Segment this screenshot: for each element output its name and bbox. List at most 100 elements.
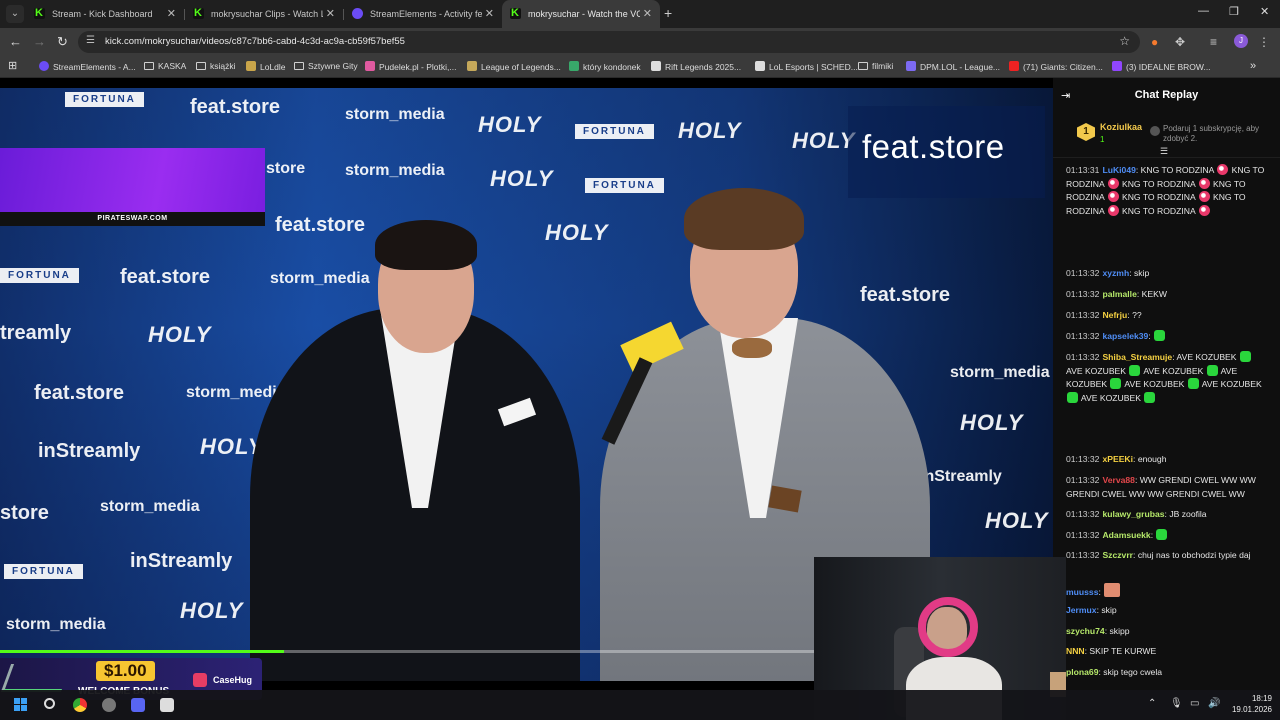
message-username[interactable]: szychu74 bbox=[1066, 626, 1105, 636]
message-username[interactable]: Nefrju bbox=[1102, 310, 1127, 320]
volume-icon[interactable]: 🔊 bbox=[1208, 698, 1220, 709]
wall-logo: HOLY bbox=[985, 508, 1049, 533]
network-icon[interactable]: ▭ bbox=[1190, 698, 1199, 709]
close-icon[interactable]: ✕ bbox=[485, 7, 494, 20]
dpm-icon bbox=[906, 61, 916, 71]
bookmark-folder[interactable]: KASKA bbox=[144, 61, 186, 74]
close-icon[interactable]: ✕ bbox=[326, 7, 335, 20]
file-icon[interactable] bbox=[160, 698, 174, 712]
sort-icon[interactable]: ☰ bbox=[1160, 146, 1168, 157]
chrome-icon[interactable] bbox=[73, 698, 87, 712]
bookmark-folder[interactable]: Sztywne Gity bbox=[294, 61, 358, 74]
bookmark-item[interactable]: (71) Giants: Citizen... bbox=[1009, 61, 1103, 74]
bookmark-item[interactable]: LoLdle bbox=[246, 61, 286, 74]
message-username[interactable]: plona69 bbox=[1066, 667, 1098, 677]
message-username[interactable]: Adamsuekk bbox=[1102, 530, 1150, 540]
minimize-icon[interactable]: — bbox=[1198, 5, 1209, 17]
bookmark-item[interactable]: League of Legends... bbox=[467, 61, 561, 74]
message-username[interactable]: palmalle bbox=[1102, 289, 1136, 299]
forward-icon[interactable]: → bbox=[33, 34, 46, 49]
message-text: JB zoofila bbox=[1169, 509, 1207, 519]
casehug-icon bbox=[193, 673, 207, 687]
tab-search-icon[interactable]: ⌄ bbox=[6, 5, 24, 23]
message-username[interactable]: kulawy_grubas bbox=[1102, 509, 1164, 519]
tray-chevron-icon[interactable]: ⌃ bbox=[1148, 698, 1156, 709]
chat-message: 01:13:32 palmalle: KEKW bbox=[1066, 289, 1167, 299]
chat-title: Chat Replay bbox=[1134, 89, 1199, 101]
message-username[interactable]: muusss bbox=[1066, 587, 1098, 597]
discord-icon[interactable] bbox=[131, 698, 145, 712]
streamelements-icon bbox=[352, 8, 363, 19]
message-username[interactable]: NNN bbox=[1066, 646, 1085, 656]
tab-streamelements[interactable]: StreamElements - Activity feed ✕ bbox=[344, 0, 502, 28]
message-username[interactable]: xPEEKi bbox=[1102, 454, 1133, 464]
bookmark-item[interactable]: LoL Esports | SCHED... bbox=[755, 61, 858, 74]
extensions-puzzle-icon[interactable]: ✥ bbox=[1175, 35, 1185, 49]
gift-icon bbox=[1150, 126, 1160, 136]
browser-menu-icon[interactable]: ⋮ bbox=[1258, 35, 1270, 49]
progress-fill bbox=[0, 650, 285, 653]
bookmark-item[interactable]: DPM.LOL - League... bbox=[906, 61, 1000, 74]
wall-logo: feat.store bbox=[34, 382, 125, 404]
message-username[interactable]: kapselek39 bbox=[1102, 331, 1148, 341]
loldle-icon bbox=[246, 61, 256, 71]
message-username[interactable]: Jermux bbox=[1066, 605, 1097, 615]
close-icon[interactable]: ✕ bbox=[643, 7, 652, 20]
message-username[interactable]: Verva88 bbox=[1102, 475, 1135, 485]
extension-icon[interactable]: ● bbox=[1151, 35, 1158, 49]
message-timestamp: 01:13:31 bbox=[1066, 165, 1100, 175]
wall-logo: storm_media bbox=[6, 616, 106, 633]
message-text: skipp bbox=[1109, 626, 1130, 636]
gift-promo[interactable]: Podaruj 1 subskrypcję, aby zdobyć 2. bbox=[1163, 124, 1273, 144]
bookmark-folder[interactable]: filmiki bbox=[858, 61, 893, 74]
message-username[interactable]: Szczvrr bbox=[1102, 550, 1133, 560]
message-text: AVE KOZUBEK bbox=[1201, 379, 1262, 390]
emote-icon bbox=[1206, 364, 1218, 376]
emote-icon bbox=[1239, 351, 1251, 362]
gifter-name[interactable]: Koziulkaa bbox=[1100, 122, 1142, 132]
bookmark-item[interactable]: (3) IDEALNE BROW... bbox=[1112, 61, 1211, 74]
message-timestamp: 01:13:32 bbox=[1066, 331, 1100, 341]
bookmark-item[interactable]: Pudelek.pl - Plotki,... bbox=[365, 61, 456, 74]
message-text: AVE KOZUBEK bbox=[1066, 365, 1129, 376]
chat-message: Jermux: skip bbox=[1066, 605, 1117, 615]
media-control-icon[interactable]: ≡ bbox=[1210, 35, 1217, 49]
restore-icon[interactable]: ❐ bbox=[1229, 5, 1239, 18]
back-icon[interactable]: ← bbox=[9, 34, 22, 49]
search-icon[interactable] bbox=[44, 698, 55, 709]
message-timestamp: 01:13:32 bbox=[1066, 310, 1100, 320]
message-username[interactable]: Shiba_Streamuje bbox=[1102, 352, 1172, 362]
message-username[interactable]: LuKi049 bbox=[1102, 165, 1135, 175]
more-bookmarks-icon[interactable]: » bbox=[1250, 60, 1256, 72]
chat-message: 01:13:32 xyzmh: skip bbox=[1066, 268, 1150, 278]
chat-header: ⇥ Chat Replay bbox=[1053, 78, 1280, 114]
bookmark-item[interactable]: Rift Legends 2025... bbox=[651, 61, 741, 74]
app-icon[interactable] bbox=[102, 698, 116, 712]
new-tab-icon[interactable]: + bbox=[664, 5, 672, 21]
bookmark-folder[interactable]: książki bbox=[196, 61, 236, 74]
message-username[interactable]: xyzmh bbox=[1102, 268, 1129, 278]
chat-message: 01:13:32 kapselek39: bbox=[1066, 330, 1270, 344]
bookmark-star-icon[interactable]: ☆ bbox=[1119, 34, 1130, 48]
apps-grid-icon[interactable]: ⊞ bbox=[8, 59, 17, 72]
tab-vod-active[interactable]: mokrysuchar - Watch the VOD ✕ bbox=[502, 0, 660, 28]
address-bar[interactable]: ☰ kick.com/mokrysuchar/videos/c87c7bb6-c… bbox=[78, 31, 1140, 53]
microphone-tray-icon[interactable]: 🎙 bbox=[1170, 698, 1183, 709]
system-clock[interactable]: 18:19 19.01.2026 bbox=[1228, 693, 1272, 715]
windows-start-icon[interactable] bbox=[14, 698, 28, 712]
tab-clips[interactable]: mokrysuchar Clips - Watch Live ✕ bbox=[185, 0, 343, 28]
bookmark-item[interactable]: który kondonek bbox=[569, 61, 641, 74]
pirateswap-banner[interactable]: PIRATESWAP.COM bbox=[0, 148, 265, 226]
clock-time: 18:19 bbox=[1251, 694, 1272, 703]
wall-logo: HOLY bbox=[148, 322, 212, 347]
emote-icon bbox=[1217, 164, 1229, 175]
window-close-icon[interactable]: ✕ bbox=[1260, 5, 1269, 18]
reload-icon[interactable]: ↻ bbox=[57, 34, 68, 50]
tab-kick-dashboard[interactable]: Stream - Kick Dashboard ✕ bbox=[26, 0, 184, 28]
chat-message: muusss: bbox=[1066, 583, 1270, 600]
site-info-icon[interactable]: ☰ bbox=[86, 35, 95, 46]
profile-avatar[interactable]: J bbox=[1234, 34, 1248, 48]
bookmark-item[interactable]: StreamElements - A... bbox=[39, 61, 136, 74]
pirateswap-label: PIRATESWAP.COM bbox=[0, 212, 265, 226]
close-icon[interactable]: ✕ bbox=[167, 7, 176, 20]
